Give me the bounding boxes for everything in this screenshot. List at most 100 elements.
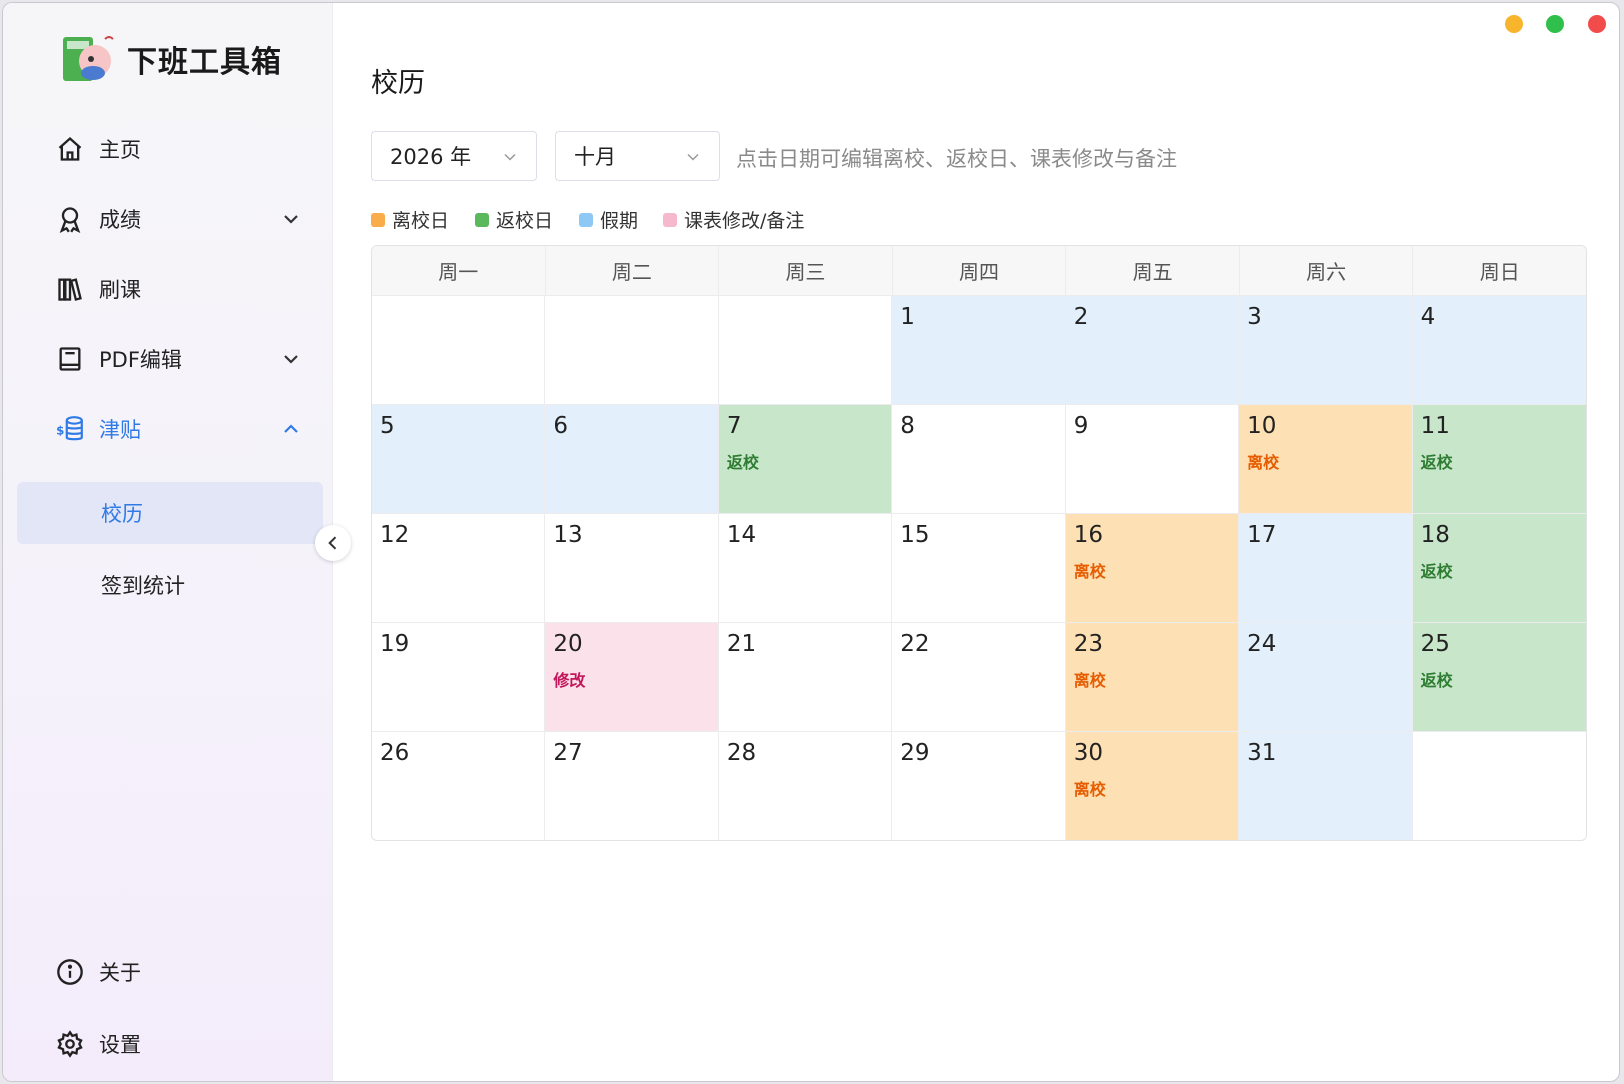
calendar-day-cell[interactable]: 25 返校 [1412, 623, 1586, 732]
calendar-day-tag: 离校 [1073, 562, 1106, 581]
calendar-day-tag: 返校 [1420, 562, 1453, 581]
legend-swatch [579, 212, 593, 227]
calendar-day-cell[interactable]: 3 [1239, 296, 1413, 405]
calendar-day-tag: 离校 [1073, 780, 1106, 799]
calendar-day-number: 23 [1073, 631, 1103, 657]
close-button[interactable] [1588, 15, 1606, 33]
sidebar-item-courses[interactable]: 刷课 [17, 259, 323, 319]
sidebar-collapse-button[interactable] [315, 525, 351, 561]
calendar-day-tag: 返校 [726, 453, 759, 472]
calendar-day-number: 31 [1247, 740, 1277, 766]
calendar-day-cell[interactable]: 19 [372, 623, 546, 732]
app-window: 下班工具箱 主页 成绩 刷课 PDF编辑 $ 津贴 校历 签到统计 关于 设置 … [2, 2, 1620, 1082]
calendar-day-cell[interactable]: 31 [1239, 732, 1413, 840]
calendar-day-cell[interactable]: 15 [892, 514, 1066, 623]
month-select-value: 十月 [574, 145, 616, 169]
year-select-value: 2026 年 [390, 145, 472, 169]
calendar-day-cell[interactable]: 16 离校 [1065, 514, 1240, 623]
minimize-button[interactable] [1505, 15, 1523, 33]
calendar-day-number: 5 [380, 413, 395, 439]
calendar-day-cell[interactable]: 10 离校 [1239, 405, 1413, 514]
calendar-day-number: 9 [1073, 413, 1089, 439]
calendar: 周一 周二 周三 周四 周五 周六 周日 1 2 3 4 5 6 7 返校 8 9 10 离校 11 返校 12 13 14… [371, 245, 1587, 841]
calendar-day-cell[interactable]: 22 [892, 623, 1066, 732]
legend-return: 返校日 [475, 206, 553, 233]
calendar-day-cell[interactable]: 6 [545, 405, 719, 514]
calendar-day-number: 18 [1420, 522, 1450, 548]
calendar-day-tag: 返校 [1420, 671, 1453, 690]
year-select[interactable]: 2026 年 [371, 131, 537, 181]
sidebar-subitem-checkin[interactable]: 签到统计 [17, 554, 323, 616]
app-name: 下班工具箱 [127, 45, 282, 80]
calendar-day-cell[interactable]: 1 [892, 296, 1066, 405]
calendar-day-cell[interactable]: 24 [1239, 623, 1413, 732]
calendar-day-number: 27 [553, 740, 583, 766]
calendar-day-number: 6 [553, 413, 569, 439]
gear-icon [55, 1029, 85, 1059]
calendar-day-number: 21 [726, 631, 757, 657]
calendar-day-number: 2 [1073, 304, 1089, 330]
sidebar-subitem-calendar[interactable]: 校历 [17, 482, 323, 544]
sidebar-item-grades[interactable]: 成绩 [17, 189, 323, 249]
calendar-day-cell[interactable]: 17 [1239, 514, 1413, 623]
info-icon [55, 957, 85, 987]
calendar-day-number [553, 304, 717, 334]
calendar-day-cell[interactable]: 9 [1065, 405, 1240, 514]
calendar-day-cell[interactable]: 12 [372, 514, 546, 623]
calendar-hint: 点击日期可编辑离校、返校日、课表修改与备注 [736, 147, 1177, 171]
chevron-down-icon [284, 215, 298, 224]
sidebar-item-allowance[interactable]: $ 津贴 [17, 399, 323, 459]
calendar-day-cell[interactable]: 8 [892, 405, 1066, 514]
coins-icon: $ [55, 414, 85, 444]
calendar-day-number: 11 [1420, 413, 1450, 439]
sidebar: 下班工具箱 主页 成绩 刷课 PDF编辑 $ 津贴 校历 签到统计 关于 设置 [3, 3, 333, 1081]
calendar-day-cell[interactable]: 21 [718, 623, 893, 732]
calendar-day-cell[interactable]: 23 离校 [1065, 623, 1240, 732]
calendar-day-cell[interactable]: 4 [1412, 296, 1586, 405]
month-select[interactable]: 十月 [555, 131, 720, 181]
sidebar-item-label: 刷课 [99, 278, 141, 302]
calendar-day-cell[interactable]: 28 [719, 732, 893, 840]
book-icon [55, 344, 85, 374]
calendar-day-cell[interactable]: 11 返校 [1412, 405, 1586, 514]
calendar-day-number: 10 [1247, 413, 1277, 439]
sidebar-item-about[interactable]: 关于 [17, 942, 323, 1002]
sidebar-item-pdf[interactable]: PDF编辑 [17, 329, 323, 389]
legend-swatch [475, 212, 489, 227]
calendar-day-cell[interactable]: 30 离校 [1065, 732, 1240, 840]
sidebar-item-label: 校历 [101, 502, 143, 526]
sidebar-item-home[interactable]: 主页 [17, 119, 323, 179]
legend-label: 离校日 [392, 210, 450, 232]
calendar-day-cell[interactable]: 7 返校 [718, 405, 893, 514]
calendar-day-cell[interactable]: 2 [1065, 296, 1240, 405]
calendar-day-cell[interactable]: 20 修改 [545, 623, 719, 732]
calendar-empty-cell [545, 296, 719, 405]
sidebar-item-settings[interactable]: 设置 [17, 1014, 323, 1074]
legend-holiday: 假期 [579, 206, 638, 233]
legend-swatch [371, 212, 385, 227]
calendar-day-cell[interactable]: 27 [545, 732, 719, 840]
legend-swatch [663, 212, 677, 227]
calendar-day-cell[interactable]: 29 [892, 732, 1066, 840]
calendar-day-number [1421, 740, 1586, 770]
calendar-day-cell[interactable]: 5 [372, 405, 546, 514]
legend-leave: 离校日 [371, 206, 449, 233]
sidebar-item-label: 设置 [99, 1033, 141, 1057]
calendar-day-cell[interactable]: 13 [545, 514, 719, 623]
calendar-day-cell[interactable]: 26 [372, 732, 546, 840]
weekday-header: 周一 [372, 246, 546, 295]
calendar-day-number: 8 [900, 413, 915, 439]
chevron-down-icon [687, 153, 699, 161]
calendar-day-tag: 离校 [1247, 453, 1280, 472]
calendar-day-cell[interactable]: 18 返校 [1412, 514, 1586, 623]
weekday-header: 周三 [719, 246, 893, 295]
chevron-down-icon [504, 153, 516, 161]
maximize-button[interactable] [1546, 15, 1564, 33]
svg-text:$: $ [56, 423, 64, 437]
sidebar-item-label: 签到统计 [101, 574, 185, 598]
calendar-day-number: 17 [1247, 522, 1277, 548]
calendar-day-number: 1 [900, 304, 915, 330]
calendar-day-cell[interactable]: 14 [718, 514, 893, 623]
calendar-day-number: 28 [726, 740, 757, 766]
page-title: 校历 [371, 68, 425, 99]
